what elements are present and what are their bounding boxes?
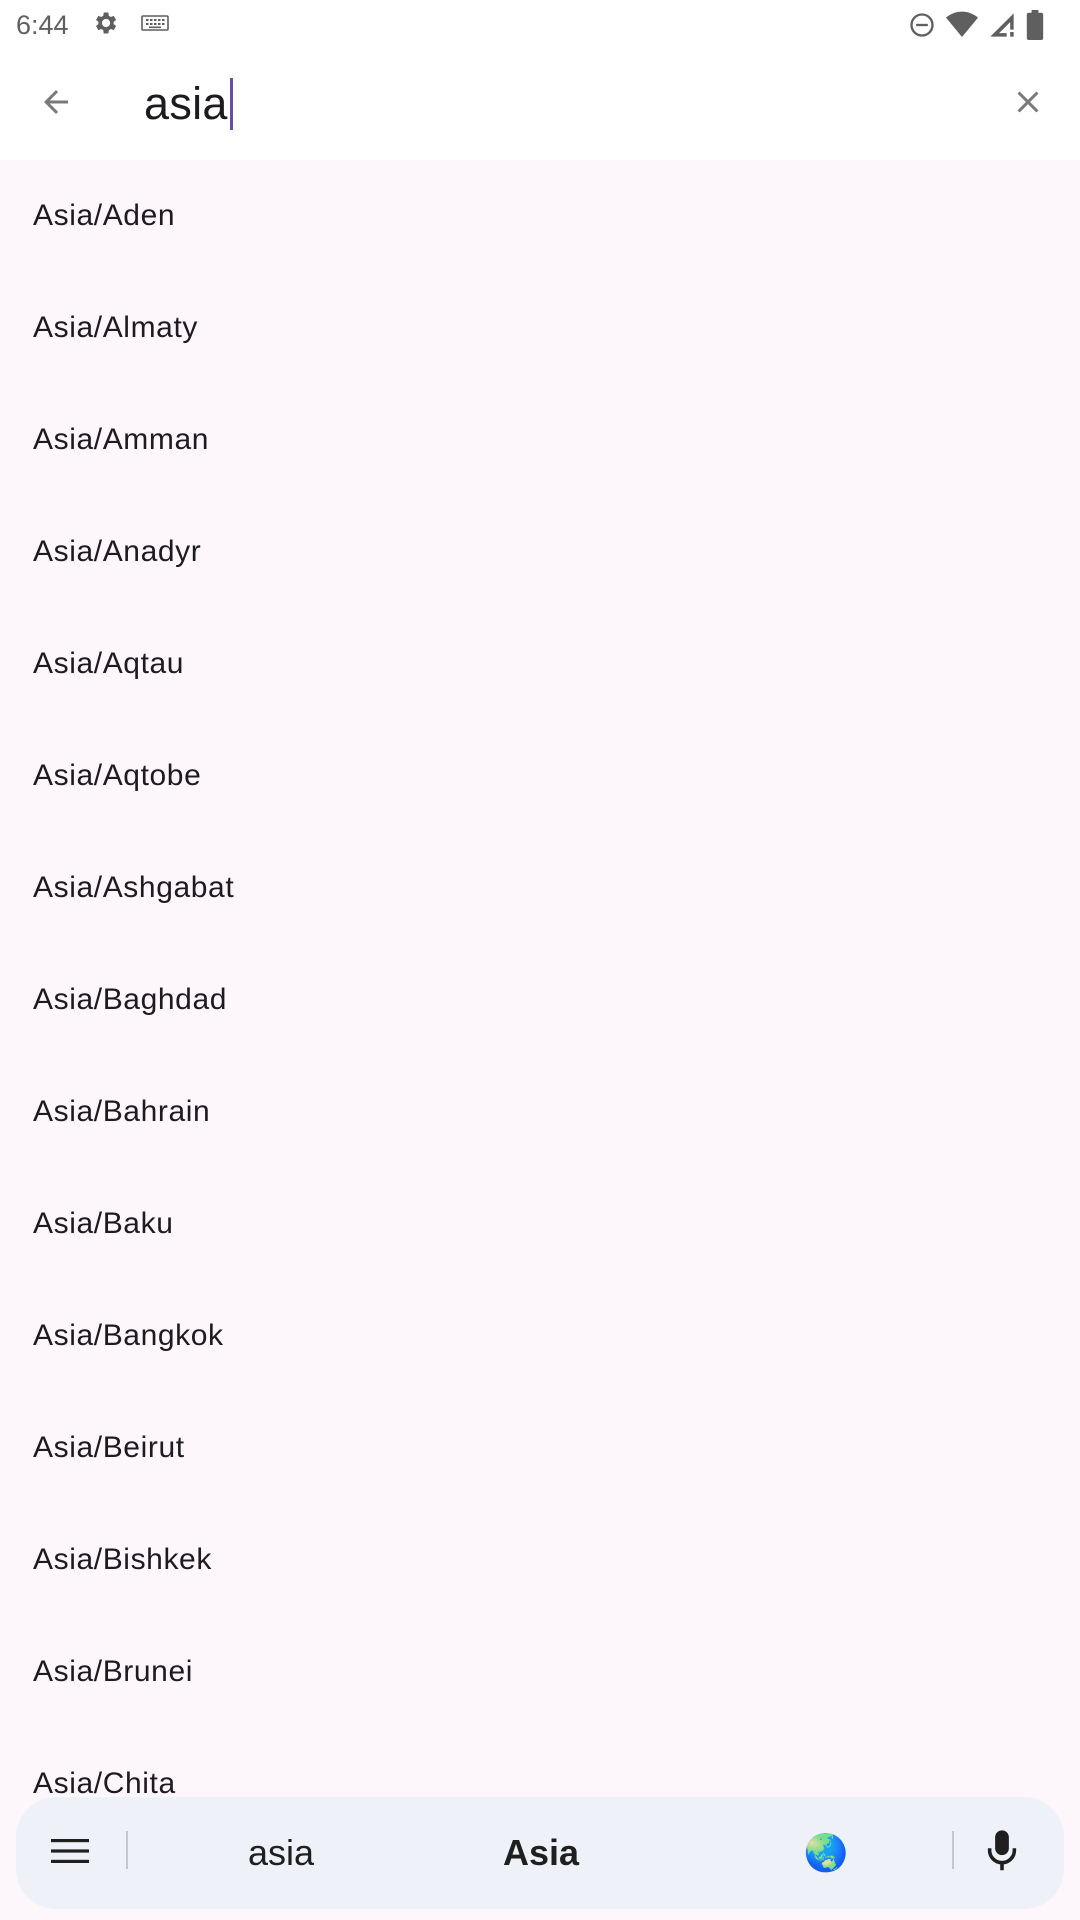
list-item[interactable]: Asia/Amman	[0, 384, 1080, 496]
settings-icon	[91, 9, 119, 42]
suggestion-3-globe-emoji[interactable]: 🌏	[716, 1797, 936, 1909]
keyboard-icon	[140, 13, 169, 38]
list-item[interactable]: Asia/Bishkek	[0, 1504, 1080, 1616]
back-button[interactable]	[26, 74, 86, 134]
status-bar: 6:44	[0, 0, 1080, 50]
keyboard-menu-button[interactable]	[50, 1829, 90, 1877]
voice-input-button[interactable]	[980, 1825, 1024, 1881]
menu-icon	[51, 1836, 89, 1871]
list-item[interactable]: Asia/Chita	[0, 1728, 1080, 1800]
battery-icon	[1026, 10, 1044, 45]
search-input[interactable]: asia	[144, 72, 944, 136]
list-item[interactable]: Asia/Anadyr	[0, 496, 1080, 608]
suggestion-1[interactable]: asia	[166, 1797, 396, 1909]
list-item[interactable]: Asia/Aqtau	[0, 608, 1080, 720]
arrow-back-icon	[38, 84, 74, 125]
wifi-icon	[946, 11, 978, 44]
list-item[interactable]: Asia/Brunei	[0, 1616, 1080, 1728]
list-item[interactable]: Asia/Beirut	[0, 1392, 1080, 1504]
list-item[interactable]: Asia/Aden	[0, 160, 1080, 272]
list-item[interactable]: Asia/Baghdad	[0, 944, 1080, 1056]
list-item[interactable]: Asia/Aqtobe	[0, 720, 1080, 832]
text-cursor	[229, 78, 233, 130]
divider	[126, 1831, 128, 1869]
signal-icon	[988, 11, 1016, 44]
do-not-disturb-icon	[908, 11, 936, 44]
status-time: 6:44	[16, 9, 69, 40]
keyboard-suggestion-strip: asia Asia 🌏	[16, 1797, 1064, 1909]
list-item[interactable]: Asia/Almaty	[0, 272, 1080, 384]
suggestion-2[interactable]: Asia	[426, 1797, 656, 1909]
close-icon	[1010, 84, 1046, 125]
mic-icon	[985, 1829, 1019, 1878]
list-item[interactable]: Asia/Bahrain	[0, 1056, 1080, 1168]
search-toolbar: asia	[0, 50, 1080, 160]
divider	[952, 1831, 954, 1869]
list-item[interactable]: Asia/Baku	[0, 1168, 1080, 1280]
list-item[interactable]: Asia/Ashgabat	[0, 832, 1080, 944]
timezone-results-list: Asia/Aden Asia/Almaty Asia/Amman Asia/An…	[0, 160, 1080, 1800]
list-item[interactable]: Asia/Bangkok	[0, 1280, 1080, 1392]
clear-search-button[interactable]	[998, 74, 1058, 134]
search-query: asia	[144, 78, 228, 129]
